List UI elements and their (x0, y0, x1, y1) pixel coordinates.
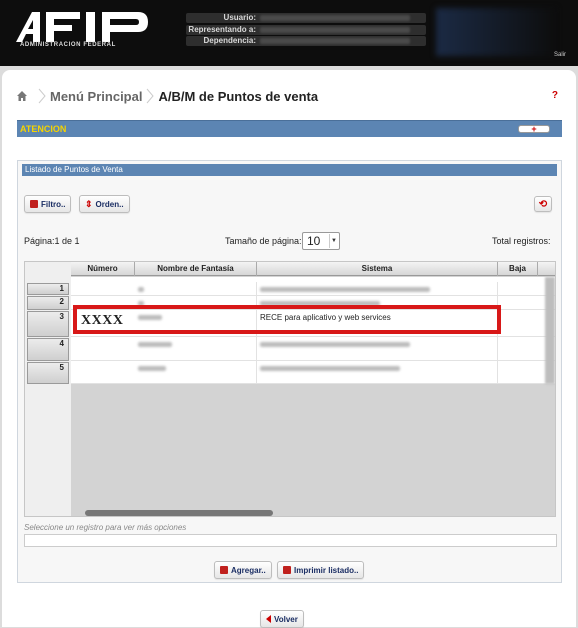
col-nombre-fantasia[interactable]: Nombre de Fantasía (135, 262, 257, 276)
selection-hint: Seleccione un registro para ver más opci… (24, 523, 187, 532)
row-number[interactable]: 1 (27, 283, 69, 295)
filter-button[interactable]: Filtro.. (24, 195, 72, 213)
back-button-label: Volver (274, 614, 298, 624)
back-button[interactable]: Volver (260, 610, 304, 628)
row-number[interactable]: 2 (27, 296, 69, 310)
filter-icon (30, 200, 38, 208)
document-icon (220, 566, 228, 574)
represented-row: Representando a: (186, 25, 426, 35)
col-baja[interactable]: Baja (498, 262, 538, 276)
attention-expand-button[interactable]: + (518, 125, 550, 134)
attention-bar: ATENCION + (17, 120, 562, 137)
breadcrumb-separator-icon (38, 88, 46, 104)
grid-header: Número Nombre de Fantasía Sistema Baja (71, 262, 555, 276)
total-records-label: Total registros: (492, 236, 551, 246)
table-row[interactable] (71, 337, 555, 361)
back-arrow-icon (266, 615, 271, 623)
breadcrumb: Menú Principal A/B/M de Puntos de venta (16, 88, 318, 104)
chevron-down-icon: ▼ (329, 234, 338, 248)
top-header: ADMINISTRACION FEDERAL Usuario: Represen… (0, 0, 578, 66)
print-button-label: Imprimir listado.. (294, 565, 359, 575)
order-button[interactable]: ⇕ Orden.. (79, 195, 130, 213)
help-icon[interactable]: ? (552, 90, 558, 101)
dependency-value (260, 38, 410, 44)
refresh-button[interactable]: ⟲ (534, 196, 552, 212)
breadcrumb-separator-icon (147, 88, 155, 104)
attention-title: ATENCION (20, 124, 67, 134)
user-value (260, 15, 410, 21)
row-number[interactable]: 4 (27, 338, 69, 361)
user-label: Usuario: (223, 13, 256, 22)
refresh-icon: ⟲ (538, 198, 548, 210)
col-sistema[interactable]: Sistema (257, 262, 498, 276)
row-number[interactable]: 3 (27, 311, 69, 337)
sort-icon: ⇕ (85, 198, 93, 209)
represented-label: Representando a: (188, 25, 256, 34)
dependency-label: Dependencia: (203, 36, 256, 45)
filter-button-label: Filtro.. (41, 199, 66, 209)
grid-edge (545, 277, 555, 384)
home-icon[interactable] (16, 90, 28, 102)
points-of-sale-box: Listado de Puntos de Venta Filtro.. ⇕ Or… (17, 160, 562, 583)
points-grid: 1 2 3 4 5 Número Nombre de Fantasía Sist… (24, 261, 556, 517)
row-number[interactable]: 5 (27, 362, 69, 384)
add-button[interactable]: Agregar.. (214, 561, 272, 579)
page-info: Página:1 de 1 (24, 236, 80, 246)
page-title: A/B/M de Puntos de venta (158, 88, 319, 104)
logout-link[interactable]: Salir (554, 52, 566, 58)
order-button-label: Orden.. (95, 199, 124, 209)
page-size-label: Tamaño de página: (225, 236, 302, 246)
row-number-column: 1 2 3 4 5 (25, 262, 71, 516)
pager-row: Página:1 de 1 Tamaño de página: 10 ▼ Tot… (24, 231, 556, 251)
selection-field (24, 534, 557, 547)
dependency-row: Dependencia: (186, 36, 426, 46)
user-row: Usuario: (186, 13, 426, 23)
horizontal-scrollbar[interactable] (85, 510, 273, 516)
breadcrumb-parent-link[interactable]: Menú Principal (50, 89, 142, 104)
service-brand-image (436, 8, 556, 56)
logo-subtitle: ADMINISTRACION FEDERAL (20, 42, 116, 48)
main-panel: Menú Principal A/B/M de Puntos de venta … (2, 70, 576, 628)
add-button-label: Agregar.. (231, 565, 266, 575)
table-row[interactable] (71, 361, 555, 384)
print-button[interactable]: Imprimir listado.. (277, 561, 365, 579)
printer-icon (283, 566, 291, 574)
highlight-box (73, 305, 501, 334)
page-size-value: 10 (307, 234, 321, 248)
page-size-select[interactable]: 10 ▼ (302, 232, 340, 250)
represented-value (260, 27, 410, 33)
col-numero[interactable]: Número (71, 262, 135, 276)
table-row[interactable] (71, 282, 555, 296)
numero-cell: XXXX (81, 313, 124, 328)
list-title: Listado de Puntos de Venta (22, 164, 557, 176)
